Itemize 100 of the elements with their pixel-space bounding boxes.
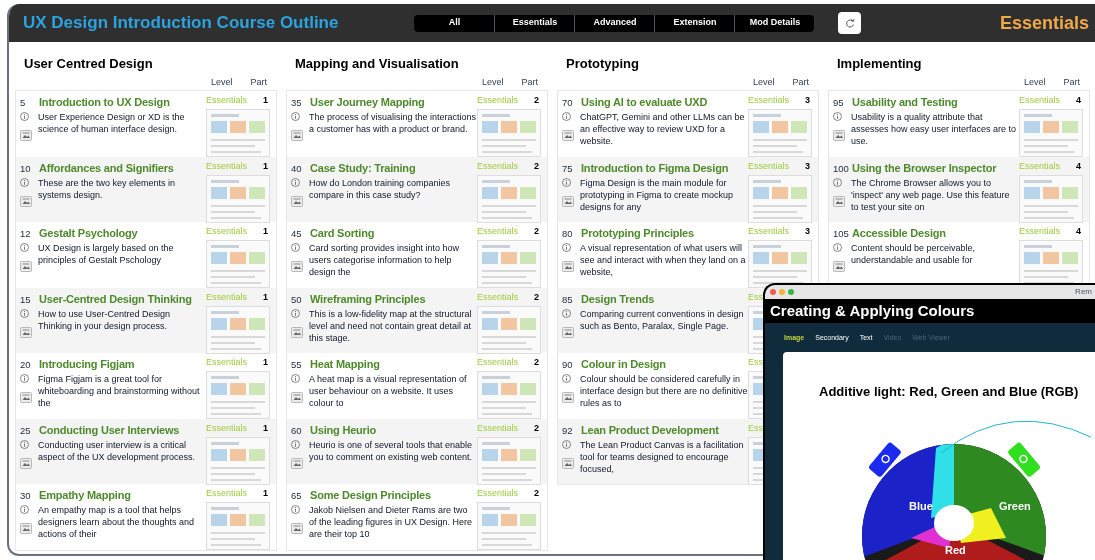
info-icon[interactable] — [291, 505, 300, 514]
thumbnail-image[interactable] — [748, 240, 812, 288]
info-icon[interactable] — [291, 374, 300, 383]
thumbnail-image[interactable] — [1019, 109, 1083, 157]
module-title[interactable]: Some Design Principles — [310, 487, 431, 504]
image-icon[interactable] — [833, 195, 845, 207]
module-title[interactable]: Colour in Design — [581, 356, 666, 373]
image-icon[interactable] — [562, 130, 574, 141]
info-icon[interactable] — [291, 308, 300, 318]
module-row[interactable]: 60 Using Heurio Heurio is one of several tools that enable you to comment on existing web content. Essentials 2 — [287, 418, 547, 484]
thumbnail-image[interactable] — [206, 502, 270, 550]
thumbnail-image[interactable] — [206, 109, 270, 157]
module-title[interactable]: Using AI to evaluate UXD — [581, 94, 708, 111]
module-row[interactable]: 25 Conducting User Interviews Conducting user interview is a critical aspect of the UX development process. Essentials 1 — [16, 418, 276, 484]
module-title[interactable]: Design Trends — [581, 290, 655, 307]
module-title[interactable]: Lean Product Development — [581, 421, 719, 438]
image-icon[interactable] — [833, 261, 845, 272]
info-icon[interactable] — [562, 177, 571, 187]
image-icon[interactable] — [562, 195, 574, 207]
image-icon[interactable] — [291, 326, 303, 338]
info-icon[interactable] — [562, 243, 571, 252]
filter-button[interactable]: Mod Details — [734, 14, 815, 32]
module-title[interactable]: Using the Browser Inspector — [852, 159, 997, 176]
module-title[interactable]: Card Sorting — [310, 225, 375, 242]
thumbnail-image[interactable] — [477, 240, 541, 288]
info-icon[interactable] — [20, 308, 29, 318]
image-icon[interactable] — [291, 523, 303, 534]
filter-button[interactable]: Essentials — [494, 14, 575, 32]
thumbnail-image[interactable] — [477, 305, 541, 354]
thumbnail-image[interactable] — [477, 109, 541, 157]
module-title[interactable]: Accessible Design — [852, 225, 946, 242]
module-title[interactable]: Case Study: Training — [310, 159, 416, 176]
info-icon[interactable] — [20, 439, 29, 449]
thumbnail-image[interactable] — [748, 174, 812, 223]
module-title[interactable]: Using Heurio — [310, 421, 377, 438]
image-icon[interactable] — [20, 523, 32, 534]
info-icon[interactable] — [20, 177, 29, 187]
module-title[interactable]: Affordances and Signifiers — [39, 159, 174, 176]
module-title[interactable]: User-Centred Design Thinking — [39, 290, 192, 307]
module-row[interactable]: 50 Wireframing Principles This is a low-fidelity map at the structural level and need not contain great detail at this stage. Essentials 2 — [287, 287, 547, 353]
image-icon[interactable] — [20, 457, 32, 469]
image-icon[interactable] — [291, 457, 303, 469]
thumbnail-image[interactable] — [477, 436, 541, 485]
module-title[interactable]: Conducting User Interviews — [39, 421, 180, 438]
module-title[interactable]: Empathy Mapping — [39, 487, 131, 504]
module-title[interactable]: Introduction to Figma Design — [581, 159, 729, 176]
image-icon[interactable] — [20, 261, 32, 272]
filter-button[interactable]: Advanced — [574, 14, 655, 32]
thumbnail-image[interactable] — [206, 174, 270, 223]
info-icon[interactable] — [562, 374, 571, 383]
info-icon[interactable] — [291, 243, 300, 252]
info-icon[interactable] — [291, 439, 300, 449]
info-icon[interactable] — [833, 112, 842, 121]
module-row[interactable]: 40 Case Study: Training How do London training companies compare in this case study? Essentials 2 — [287, 156, 547, 222]
info-icon[interactable] — [291, 112, 300, 121]
info-icon[interactable] — [291, 177, 300, 187]
refresh-button[interactable] — [838, 12, 862, 34]
thumbnail-image[interactable] — [206, 436, 270, 485]
module-row[interactable]: 75 Introduction to Figma Design Figma Design is the main module for prototyping in Figma to create mockup designs for any Essentials 3 — [558, 156, 818, 222]
module-title[interactable]: Heat Mapping — [310, 356, 380, 373]
info-icon[interactable] — [833, 177, 842, 187]
image-icon[interactable] — [20, 130, 32, 141]
module-title[interactable]: User Journey Mapping — [310, 94, 425, 111]
module-row[interactable]: 10 Affordances and Signifiers These are the two key elements in systems design. Essentials 1 — [16, 156, 276, 222]
module-title[interactable]: Wireframing Principles — [310, 290, 426, 307]
info-icon[interactable] — [562, 308, 571, 318]
info-icon[interactable] — [833, 243, 842, 252]
image-icon[interactable] — [20, 392, 32, 403]
thumbnail-image[interactable] — [477, 371, 541, 419]
image-icon[interactable] — [562, 326, 574, 338]
thumbnail-image[interactable] — [748, 109, 812, 157]
info-icon[interactable] — [20, 243, 29, 252]
thumbnail-image[interactable] — [477, 174, 541, 223]
image-icon[interactable] — [562, 392, 574, 403]
module-row[interactable]: 15 User-Centred Design Thinking How to use User-Centred Design Thinking in your design process. Essentials 1 — [16, 287, 276, 353]
module-row[interactable]: 100 Using the Browser Inspector The Chrome Browser allows you to 'inspect' any web page. Use this feature to test your site on Essentials 4 — [829, 156, 1089, 222]
image-icon[interactable] — [20, 326, 32, 338]
info-icon[interactable] — [562, 439, 571, 449]
image-icon[interactable] — [291, 261, 303, 272]
thumbnail-image[interactable] — [1019, 174, 1083, 223]
thumbnail-image[interactable] — [206, 305, 270, 354]
info-icon[interactable] — [20, 374, 29, 383]
module-title[interactable]: Usability and Testing — [852, 94, 958, 111]
module-title[interactable]: Prototyping Principles — [581, 225, 694, 242]
module-title[interactable]: Gestalt Psychology — [39, 225, 138, 242]
info-icon[interactable] — [20, 112, 29, 121]
image-icon[interactable] — [833, 130, 845, 141]
image-icon[interactable] — [291, 392, 303, 403]
image-icon[interactable] — [562, 261, 574, 272]
thumbnail-image[interactable] — [206, 371, 270, 419]
module-title[interactable]: Introducing Figjam — [39, 356, 135, 373]
module-title[interactable]: Introduction to UX Design — [39, 94, 170, 111]
image-icon[interactable] — [20, 195, 32, 207]
info-icon[interactable] — [562, 112, 571, 121]
thumbnail-image[interactable] — [206, 240, 270, 288]
image-icon[interactable] — [291, 195, 303, 207]
thumbnail-image[interactable] — [477, 502, 541, 550]
image-icon[interactable] — [562, 457, 574, 469]
info-icon[interactable] — [20, 505, 29, 514]
image-icon[interactable] — [291, 130, 303, 141]
